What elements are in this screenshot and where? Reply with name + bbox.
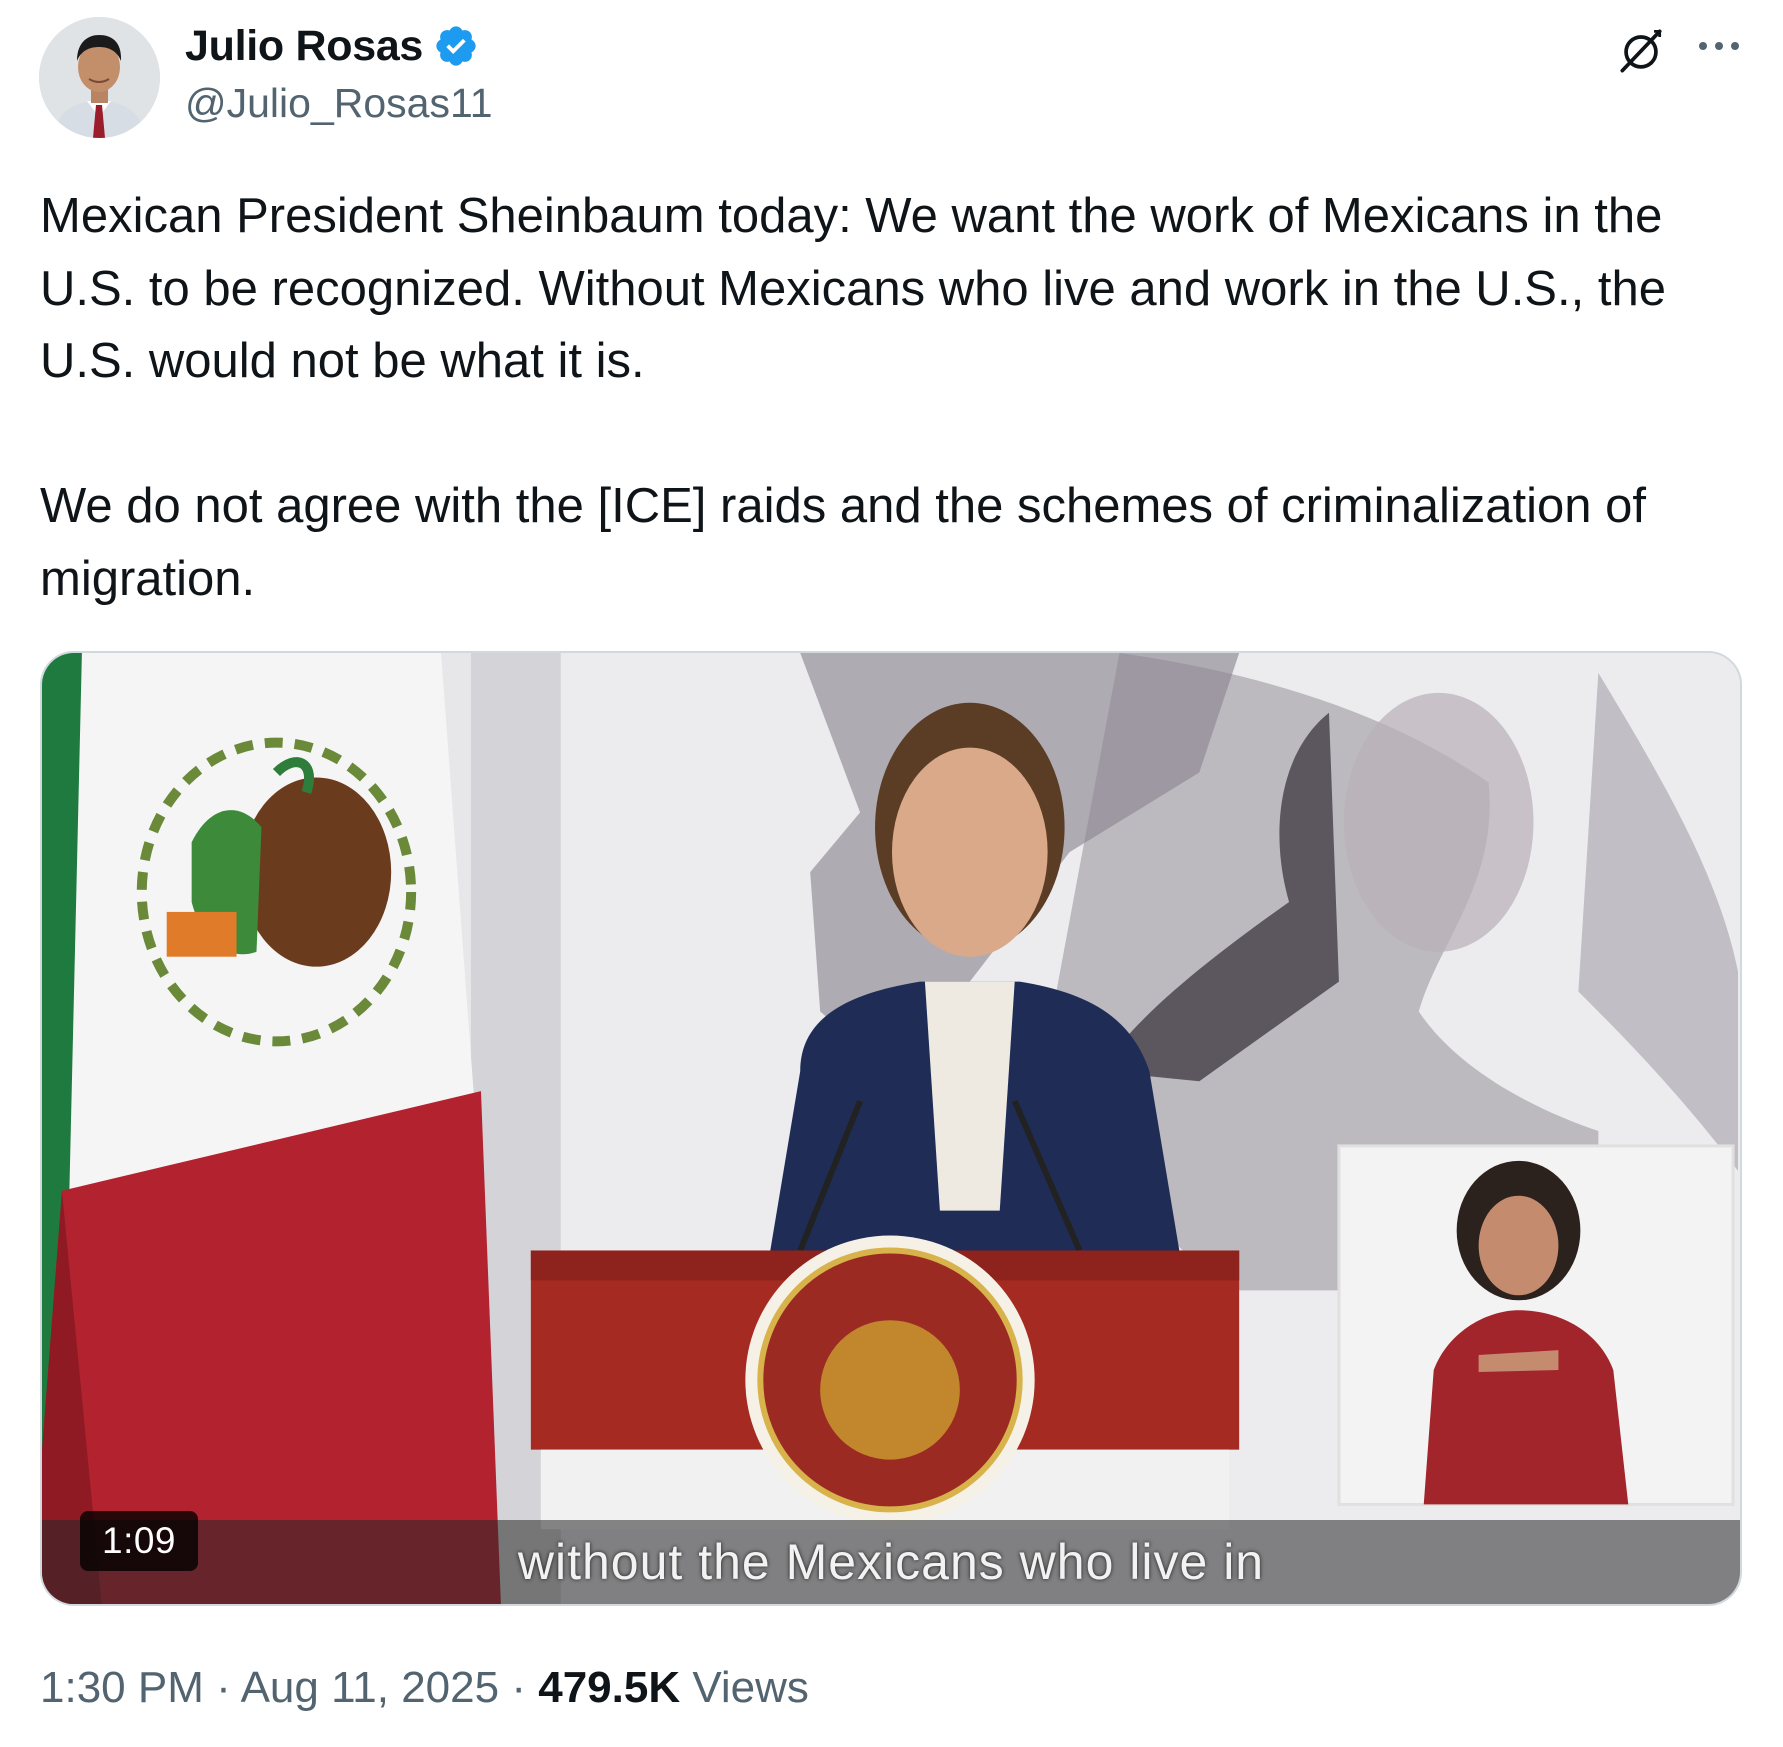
author-handle[interactable]: @Julio_Rosas11 xyxy=(185,80,493,127)
views-count: 479.5K xyxy=(538,1663,681,1712)
tweet-date[interactable]: Aug 11, 2025 xyxy=(241,1663,500,1712)
tweet-card: Julio Rosas @Julio_Rosas11 Mexican Presi… xyxy=(0,0,1783,1747)
author-avatar[interactable] xyxy=(39,17,160,138)
more-horizontal-icon[interactable] xyxy=(1686,18,1752,74)
video-player[interactable]: 1:09 without the Mexicans who live in xyxy=(40,651,1742,1606)
video-subtitle: without the Mexicans who live in xyxy=(517,1534,1265,1590)
tweet-text: Mexican President Sheinbaum today: We wa… xyxy=(40,180,1740,615)
video-frame xyxy=(42,653,1740,1604)
views-label: Views xyxy=(692,1663,809,1712)
tweet-time[interactable]: 1:30 PM xyxy=(40,1663,204,1712)
meta-separator: · xyxy=(511,1663,526,1712)
tweet-metadata: 1:30 PM · Aug 11, 2025 · 479.5K Views xyxy=(40,1663,809,1713)
author-display-name[interactable]: Julio Rosas xyxy=(185,22,423,71)
tweet-paragraph: Mexican President Sheinbaum today: We wa… xyxy=(40,189,1666,388)
author-info: Julio Rosas @Julio_Rosas11 xyxy=(185,18,493,127)
grok-slash-circle-icon[interactable] xyxy=(1608,18,1674,84)
tweet-paragraph: We do not agree with the [ICE] raids and… xyxy=(40,479,1647,606)
meta-separator: · xyxy=(216,1663,231,1712)
name-row: Julio Rosas xyxy=(185,18,493,74)
avatar-portrait xyxy=(39,17,160,138)
verified-badge-icon[interactable] xyxy=(433,23,479,69)
